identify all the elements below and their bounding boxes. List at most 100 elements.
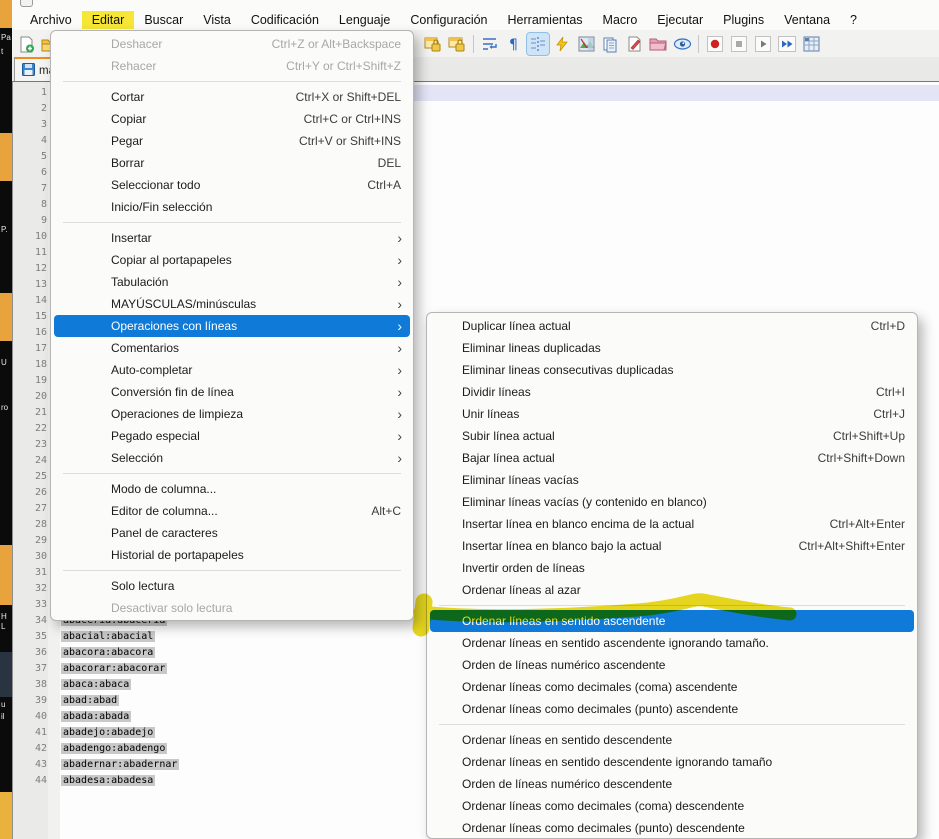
menu-item-label: Seleccionar todo <box>111 178 201 192</box>
macro-run-multiple-icon[interactable] <box>776 33 798 55</box>
menubar-item-macro[interactable]: Macro <box>593 11 648 29</box>
sync-vertical-lock-icon[interactable] <box>422 33 444 55</box>
line-ops-item-orden-de-lineas-numerico-descendente[interactable]: Orden de líneas numérico descendente <box>430 773 914 795</box>
line-ops-item-eliminar-lineas-consecutivas-duplicadas[interactable]: Eliminar lineas consecutivas duplicadas <box>430 359 914 381</box>
edit-menu-item-copiar[interactable]: Copiar Ctrl+C or Ctrl+INS <box>54 108 410 130</box>
submenu-arrow-icon: › <box>397 428 402 444</box>
menubar-item-ejecutar[interactable]: Ejecutar <box>647 11 713 29</box>
line-ops-item-bajar-linea-actual[interactable]: Bajar línea actual Ctrl+Shift+Down <box>430 447 914 469</box>
edit-menu-item-conversion-fin-de-linea[interactable]: Conversión fin de línea › <box>54 381 410 403</box>
edit-menu-item-editor-de-columna[interactable]: Editor de columna... Alt+C <box>54 500 410 522</box>
line-ops-item-invertir-orden-de-lineas[interactable]: Invertir orden de líneas <box>430 557 914 579</box>
line-ops-item-eliminar-lineas-duplicadas[interactable]: Eliminar lineas duplicadas <box>430 337 914 359</box>
edit-menu-item-panel-de-caracteres[interactable]: Panel de caracteres <box>54 522 410 544</box>
toolbar-right-group: ¶ <box>421 32 823 56</box>
edit-menu-item-pegar[interactable]: Pegar Ctrl+V or Shift+INS <box>54 130 410 152</box>
line-number: 42 <box>34 743 47 754</box>
line-number: 5 <box>40 151 47 162</box>
line-ops-item-ordenar-lineas-en-sentido-descendente[interactable]: Ordenar líneas en sentido descendente <box>430 729 914 751</box>
edit-menu-item-mayusculas-minusculas[interactable]: MAYÚSCULAS/minúsculas › <box>54 293 410 315</box>
edit-marker-icon[interactable] <box>623 33 645 55</box>
menubar-item-buscar[interactable]: Buscar <box>134 11 193 29</box>
line-ops-item-ordenar-lineas-como-decimales-punto-ascendente[interactable]: Ordenar líneas como decimales (punto) as… <box>430 698 914 720</box>
menubar-item-plugins[interactable]: Plugins <box>713 11 774 29</box>
edit-menu-item-rehacer[interactable]: Rehacer Ctrl+Y or Ctrl+Shift+Z <box>54 55 410 77</box>
menubar-item-lenguaje[interactable]: Lenguaje <box>329 11 400 29</box>
edit-menu-item-copiar-al-portapapeles[interactable]: Copiar al portapapeles › <box>54 249 410 271</box>
menu-item-shortcut: Ctrl+Shift+Up <box>832 429 905 443</box>
folder-workspace-icon[interactable] <box>647 33 669 55</box>
edit-menu-item-cortar[interactable]: Cortar Ctrl+X or Shift+DEL <box>54 86 410 108</box>
menubar-item-editar[interactable]: Editar <box>81 11 135 29</box>
new-document-icon[interactable] <box>15 33 37 55</box>
macro-play-icon[interactable] <box>752 33 774 55</box>
menubar-item-codificacion[interactable]: Codificación <box>241 11 329 29</box>
document-list-icon[interactable] <box>599 33 621 55</box>
edit-menu-item-seleccion[interactable]: Selección › <box>54 447 410 469</box>
line-ops-item-duplicar-linea-actual[interactable]: Duplicar línea actual Ctrl+D <box>430 315 914 337</box>
line-number: 9 <box>40 215 47 226</box>
edit-menu-item-inicio-fin-seleccion[interactable]: Inicio/Fin selección <box>54 196 410 218</box>
macro-record-icon[interactable] <box>704 33 726 55</box>
strip-text-fragment: il <box>1 712 5 721</box>
line-numbers: 1 2 3 4 5 6 7 8 9 10 11 12 13 14 15 16 17 18 19 20 21 22 23 24 2… <box>13 85 47 789</box>
function-list-icon[interactable] <box>551 33 573 55</box>
edit-menu-item-historial-de-portapapeles[interactable]: Historial de portapapeles <box>54 544 410 566</box>
line-ops-item-dividir-lineas[interactable]: Dividir líneas Ctrl+I <box>430 381 914 403</box>
sync-horizontal-lock-icon[interactable] <box>446 33 468 55</box>
edit-menu-item-seleccionar-todo[interactable]: Seleccionar todo Ctrl+A <box>54 174 410 196</box>
show-all-characters-icon[interactable]: ¶ <box>503 33 525 55</box>
line-number-gutter[interactable]: 1 2 3 4 5 6 7 8 9 10 11 12 13 14 15 16 17 18 19 20 21 22 23 24 2… <box>12 82 48 839</box>
edit-menu-item-modo-de-columna[interactable]: Modo de columna... <box>54 478 410 500</box>
line-ops-item-ordenar-lineas-en-sentido-descendente-ignorando-tamano[interactable]: Ordenar líneas en sentido descendente ig… <box>430 751 914 773</box>
line-ops-item-orden-de-lineas-numerico-ascendente[interactable]: Orden de líneas numérico ascendente <box>430 654 914 676</box>
line-ops-item-ordenar-lineas-como-decimales-coma-descendente[interactable]: Ordenar líneas como decimales (coma) des… <box>430 795 914 817</box>
line-ops-item-ordenar-lineas-como-decimales-coma-ascendente[interactable]: Ordenar líneas como decimales (coma) asc… <box>430 676 914 698</box>
edit-menu-item-borrar[interactable]: Borrar DEL <box>54 152 410 174</box>
line-ops-item-unir-lineas[interactable]: Unir líneas Ctrl+J <box>430 403 914 425</box>
menubar-item-archivo[interactable]: Archivo <box>20 11 82 29</box>
menubar-item-herramientas[interactable]: Herramientas <box>498 11 593 29</box>
line-ops-item-subir-linea-actual[interactable]: Subir línea actual Ctrl+Shift+Up <box>430 425 914 447</box>
selected-text: abaca:abaca <box>61 679 132 690</box>
menubar-item-ventana[interactable]: Ventana <box>774 11 840 29</box>
edit-menu-item-pegado-especial[interactable]: Pegado especial › <box>54 425 410 447</box>
word-wrap-icon[interactable] <box>479 33 501 55</box>
strip-text-fragment: U <box>1 358 7 367</box>
line-number: 33 <box>34 599 47 610</box>
line-ops-item-ordenar-lineas-en-sentido-ascendente[interactable]: Ordenar líneas en sentido ascendente <box>430 610 914 632</box>
macro-stop-icon[interactable] <box>728 33 750 55</box>
code-line-39: abad:abad <box>61 693 120 709</box>
line-ops-item-ordenar-lineas-en-sentido-ascendente-ignorando-tamano[interactable]: Ordenar líneas en sentido ascendente ign… <box>430 632 914 654</box>
edit-menu-item-comentarios[interactable]: Comentarios › <box>54 337 410 359</box>
line-ops-item-insertar-linea-en-blanco-bajo-la-actual[interactable]: Insertar línea en blanco bajo la actual C… <box>430 535 914 557</box>
line-ops-item-ordenar-lineas-como-decimales-punto-descendente[interactable]: Ordenar líneas como decimales (punto) de… <box>430 817 914 838</box>
menu-item-shortcut: Alt+C <box>371 504 401 518</box>
line-ops-item-eliminar-lineas-vacias-y-contenido-en-blanco[interactable]: Eliminar líneas vacías (y contenido en b… <box>430 491 914 513</box>
edit-menu-item-tabulacion[interactable]: Tabulación › <box>54 271 410 293</box>
line-number: 3 <box>40 119 47 130</box>
edit-menu-item-deshacer[interactable]: Deshacer Ctrl+Z or Alt+Backspace <box>54 33 410 55</box>
preview-eye-icon[interactable] <box>671 33 693 55</box>
menubar-item-item[interactable]: ? <box>840 11 867 29</box>
edit-menu-item-insertar[interactable]: Insertar › <box>54 227 410 249</box>
submenu-arrow-icon: › <box>397 362 402 378</box>
line-ops-item-ordenar-lineas-al-azar[interactable]: Ordenar líneas al azar <box>430 579 914 601</box>
line-number: 25 <box>34 471 47 482</box>
indent-guide-icon[interactable] <box>526 32 550 56</box>
menu-item-label: Ordenar líneas como decimales (punto) as… <box>462 702 739 716</box>
edit-menu-item-auto-completar[interactable]: Auto-completar › <box>54 359 410 381</box>
line-number: 43 <box>34 759 47 770</box>
line-ops-item-insertar-linea-en-blanco-encima-de-la-actual[interactable]: Insertar línea en blanco encima de la ac… <box>430 513 914 535</box>
line-number: 2 <box>40 103 47 114</box>
line-ops-item-eliminar-lineas-vacias[interactable]: Eliminar líneas vacías <box>430 469 914 491</box>
edit-menu-item-operaciones-con-lineas[interactable]: Operaciones con líneas › <box>54 315 410 337</box>
edit-menu-item-desactivar-solo-lectura[interactable]: Desactivar solo lectura <box>54 597 410 619</box>
macro-save-icon[interactable] <box>800 33 822 55</box>
menu-separator <box>63 81 401 82</box>
document-map-icon[interactable] <box>575 33 597 55</box>
edit-menu-item-operaciones-de-limpieza[interactable]: Operaciones de limpieza › <box>54 403 410 425</box>
menubar-item-configuracion[interactable]: Configuración <box>400 11 497 29</box>
menubar-item-vista[interactable]: Vista <box>193 11 241 29</box>
edit-menu-item-solo-lectura[interactable]: Solo lectura <box>54 575 410 597</box>
